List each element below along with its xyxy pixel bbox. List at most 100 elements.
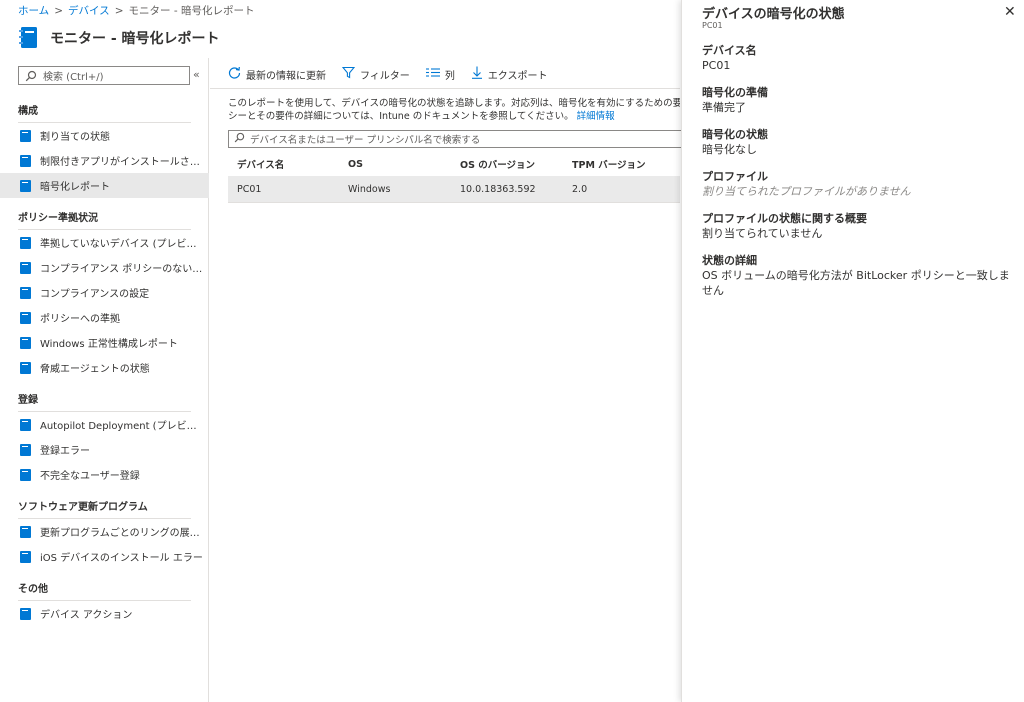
- sidebar-item-policy-compliance[interactable]: ポリシーへの準拠: [0, 305, 209, 330]
- book-icon: [20, 550, 31, 563]
- field-label: プロファイル: [702, 170, 768, 183]
- export-label: エクスポート: [487, 70, 548, 82]
- field-label: 暗号化の状態: [702, 128, 768, 141]
- table-cell: Windows: [348, 183, 391, 195]
- sidebar-item-label: iOS デバイスのインストール エラー: [40, 553, 203, 564]
- description-line-2: シーとその要件の詳細については、Intune のドキュメントを参照してください。…: [228, 110, 680, 123]
- nav-section-header: ポリシー準拠状況: [18, 213, 98, 224]
- main-content: 最新の情報に更新 フィルター 列 エクスポート このレポートを使用して、デバイス…: [210, 58, 683, 702]
- filter-button[interactable]: フィルター: [341, 66, 410, 82]
- sidebar-item-ios-install-errors[interactable]: iOS デバイスのインストール エラー: [0, 544, 209, 569]
- field-label: プロファイルの状態に関する概要: [702, 212, 867, 225]
- description-line: このレポートを使用して、デバイスの暗号化の状態を追跡します。対応列は、暗号化を有…: [228, 98, 680, 109]
- book-icon: [20, 443, 31, 456]
- sidebar: 検索 (Ctrl+/) « 構成 割り当ての状態 制限付きアプリがインストールさ…: [0, 58, 209, 702]
- sidebar-item-device-actions[interactable]: デバイス アクション: [0, 601, 209, 626]
- field-profile: プロファイル 割り当てられたプロファイルがありません: [702, 169, 1012, 199]
- blade-subtitle: PC01: [702, 21, 723, 30]
- book-icon: [20, 418, 31, 431]
- column-header-os-version[interactable]: OS のバージョン: [451, 157, 563, 171]
- filter-icon: [341, 66, 356, 82]
- blade-title: デバイスの暗号化の状態: [702, 7, 845, 22]
- table-cell: 10.0.18363.592: [460, 183, 536, 195]
- breadcrumb-separator-icon: >: [114, 5, 124, 17]
- sidebar-item-label: Autopilot Deployment (プレビュー): [40, 421, 205, 432]
- columns-label: 列: [444, 70, 455, 82]
- page-title: モニター - 暗号化レポート: [50, 31, 220, 47]
- sidebar-item-encryption-report[interactable]: 暗号化レポート: [0, 173, 209, 198]
- field-value: 準備完了: [702, 101, 746, 114]
- nav-section-configuration: 構成 割り当ての状態 制限付きアプリがインストールされた... 暗号化レポート: [0, 98, 209, 198]
- sidebar-item-incomplete-enrollment[interactable]: 不完全なユーザー登録: [0, 462, 209, 487]
- sidebar-search-placeholder: 検索 (Ctrl+/): [43, 72, 104, 83]
- sidebar-item-noncompliant-devices[interactable]: 準拠していないデバイス (プレビュー): [0, 230, 209, 255]
- field-value: 割り当てられていません: [702, 227, 823, 240]
- sidebar-item-enrollment-errors[interactable]: 登録エラー: [0, 437, 209, 462]
- sidebar-item-label: 脅威エージェントの状態: [40, 364, 150, 375]
- refresh-button[interactable]: 最新の情報に更新: [228, 66, 326, 82]
- column-header-os[interactable]: OS: [339, 159, 451, 170]
- breadcrumb-home[interactable]: ホーム: [18, 5, 49, 17]
- refresh-label: 最新の情報に更新: [246, 70, 326, 82]
- sidebar-item-assignment-status[interactable]: 割り当ての状態: [0, 123, 209, 148]
- table-cell: 2.0: [572, 183, 588, 195]
- sidebar-nav: 構成 割り当ての状態 制限付きアプリがインストールされた... 暗号化レポート …: [0, 98, 209, 633]
- sidebar-item-label: ポリシーへの準拠: [40, 314, 120, 325]
- export-button[interactable]: エクスポート: [471, 66, 548, 82]
- field-profile-state-summary: プロファイルの状態に関する概要 割り当てられていません: [702, 211, 1012, 241]
- table-row[interactable]: PC01 Windows 10.0.18363.592 2.0: [228, 176, 680, 202]
- sidebar-item-label: デバイス アクション: [40, 610, 133, 621]
- toolbar: 最新の情報に更新 フィルター 列 エクスポート: [228, 64, 564, 84]
- field-value: OS ボリュームの暗号化方法が BitLocker ポリシーと一致しま せん: [702, 269, 1010, 297]
- book-icon: [20, 129, 31, 142]
- sidebar-item-threat-agent-status[interactable]: 脅威エージェントの状態: [0, 355, 209, 380]
- report-book-icon: [18, 26, 40, 50]
- learn-more-link[interactable]: 詳細情報: [577, 111, 615, 122]
- nav-section-other: その他 デバイス アクション: [0, 576, 209, 626]
- field-value: 割り当てられたプロファイルがありません: [702, 185, 911, 198]
- device-search-placeholder: デバイス名またはユーザー プリンシパル名で検索する: [250, 135, 481, 146]
- book-icon: [20, 286, 31, 299]
- columns-button[interactable]: 列: [425, 67, 455, 82]
- field-value: 暗号化なし: [702, 143, 757, 156]
- sidebar-item-label: コンプライアンス ポリシーのないデバイ...: [40, 264, 205, 275]
- nav-section-header: ソフトウェア更新プログラム: [18, 502, 148, 513]
- sidebar-item-compliance-settings[interactable]: コンプライアンスの設定: [0, 280, 209, 305]
- field-device-name: デバイス名 PC01: [702, 43, 1012, 73]
- field-value: PC01: [702, 59, 731, 72]
- columns-icon: [425, 67, 440, 81]
- sidebar-item-windows-health-report[interactable]: Windows 正常性構成レポート: [0, 330, 209, 355]
- book-icon: [20, 154, 31, 167]
- column-header-tpm-version[interactable]: TPM バージョン: [563, 157, 680, 171]
- book-icon: [20, 179, 31, 192]
- close-icon[interactable]: ✕: [1004, 4, 1016, 20]
- sidebar-item-label: 準拠していないデバイス (プレビュー): [40, 239, 205, 250]
- book-icon: [20, 236, 31, 249]
- breadcrumb: ホーム > デバイス > モニター - 暗号化レポート: [18, 3, 254, 18]
- sidebar-item-label: 更新プログラムごとのリングの展開の...: [40, 528, 205, 539]
- search-icon: [25, 70, 37, 82]
- column-header-device-name[interactable]: デバイス名: [228, 157, 339, 171]
- sidebar-item-label: 制限付きアプリがインストールされた...: [40, 157, 205, 168]
- field-label: デバイス名: [702, 44, 757, 57]
- sidebar-item-devices-without-policy[interactable]: コンプライアンス ポリシーのないデバイ...: [0, 255, 209, 280]
- device-search-input[interactable]: デバイス名またはユーザー プリンシパル名で検索する: [228, 130, 683, 148]
- page-header: モニター - 暗号化レポート: [18, 22, 220, 54]
- sidebar-search-input[interactable]: 検索 (Ctrl+/): [18, 66, 190, 85]
- sidebar-item-label: 暗号化レポート: [40, 182, 110, 193]
- sidebar-item-autopilot-deployment[interactable]: Autopilot Deployment (プレビュー): [0, 412, 209, 437]
- sidebar-item-label: 不完全なユーザー登録: [40, 471, 140, 482]
- download-icon: [471, 66, 483, 82]
- breadcrumb-separator-icon: >: [54, 5, 63, 17]
- encryption-table: デバイス名 OS OS のバージョン TPM バージョン PC01 Window…: [228, 152, 680, 203]
- collapse-sidebar-button[interactable]: «: [193, 68, 200, 81]
- nav-section-header: 構成: [18, 106, 38, 117]
- sidebar-item-restricted-apps[interactable]: 制限付きアプリがインストールされた...: [0, 148, 209, 173]
- field-encryption-readiness: 暗号化の準備 準備完了: [702, 85, 1012, 115]
- book-icon: [20, 311, 31, 324]
- field-status-details: 状態の詳細 OS ボリュームの暗号化方法が BitLocker ポリシーと一致し…: [702, 253, 1012, 298]
- breadcrumb-devices[interactable]: デバイス: [68, 5, 110, 17]
- filter-label: フィルター: [360, 70, 410, 82]
- sidebar-item-update-ring-deployment[interactable]: 更新プログラムごとのリングの展開の...: [0, 519, 209, 544]
- sidebar-item-label: コンプライアンスの設定: [40, 289, 150, 300]
